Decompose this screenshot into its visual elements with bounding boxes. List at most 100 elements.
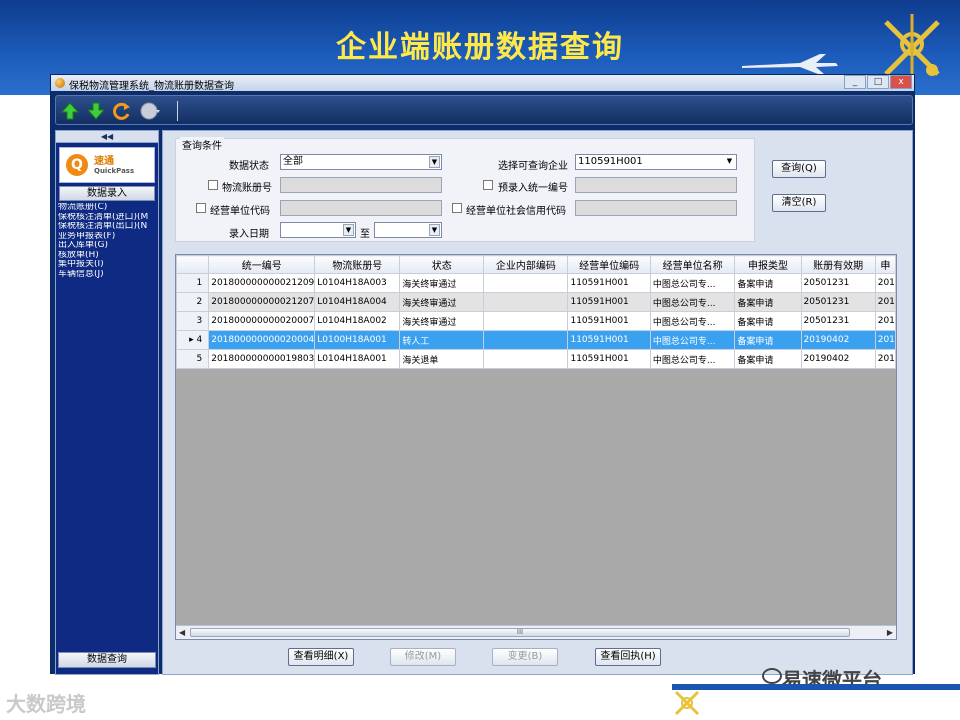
cell-valid-date[interactable]: 20190402 xyxy=(800,349,876,369)
cell-internal-code[interactable] xyxy=(483,273,569,293)
select-company-select[interactable]: 110591H001 ▼ xyxy=(575,154,737,170)
sidebar-item-release-order[interactable]: 核放单(H) xyxy=(58,251,158,261)
clear-button[interactable]: 清空(R) xyxy=(772,194,826,212)
cell-status[interactable]: 转人工 xyxy=(399,330,485,350)
entry-date-from[interactable]: ▼ xyxy=(280,222,356,238)
cell-book-no[interactable]: L0104H18A003 xyxy=(314,273,401,293)
column-header-declare-type[interactable]: 申报类型 xyxy=(734,255,802,274)
column-header-operator-name[interactable]: 经营单位名称 xyxy=(649,255,736,274)
sidebar-item-logistics-book[interactable]: 物流账册(C) xyxy=(58,203,158,213)
cell-unified-no[interactable]: 201800000000020007 xyxy=(208,311,316,331)
cell-truncated[interactable]: 201 xyxy=(874,292,896,312)
cell-operator-name[interactable]: 中图总公司专... xyxy=(649,311,736,331)
scroll-right-icon[interactable]: ▶ xyxy=(887,628,893,637)
table-row[interactable]: 3 201800000000020007 L0104H18A002 海关终审通过… xyxy=(176,311,896,331)
logistics-book-input[interactable] xyxy=(280,177,442,193)
table-row[interactable]: 2 201800000000021207 L0104H18A004 海关终审通过… xyxy=(176,292,896,312)
cell-truncated[interactable]: 201 xyxy=(874,273,896,293)
cell-operator-name[interactable]: 中图总公司专... xyxy=(649,273,736,293)
cell-status[interactable]: 海关退单 xyxy=(399,349,485,369)
cell-operator-code[interactable]: 110591H001 xyxy=(567,273,651,293)
cell-valid-date[interactable]: 20501231 xyxy=(800,273,876,293)
cell-operator-name[interactable]: 中图总公司专... xyxy=(649,330,736,350)
cell-valid-date[interactable]: 20501231 xyxy=(800,311,876,331)
cell-status[interactable]: 海关终审通过 xyxy=(399,292,485,312)
column-header-status[interactable]: 状态 xyxy=(399,255,485,274)
sidebar-item-business-form[interactable]: 业务申报表(F) xyxy=(58,232,158,242)
operator-code-checkbox[interactable] xyxy=(196,203,206,213)
sidebar-item-vehicle-info[interactable]: 车辆信息(J) xyxy=(58,270,158,280)
cell-internal-code[interactable] xyxy=(483,292,569,312)
operator-credit-input[interactable] xyxy=(575,200,737,216)
scrollbar-thumb[interactable]: III xyxy=(190,628,850,637)
sidebar-item-centralized-declaration[interactable]: 集中报关(I) xyxy=(58,260,158,270)
cell-internal-code[interactable] xyxy=(483,349,569,369)
preentry-input[interactable] xyxy=(575,177,737,193)
customs-emblem-icon xyxy=(884,14,940,78)
cell-unified-no[interactable]: 201800000000021209 xyxy=(208,273,316,293)
cell-truncated[interactable]: 201 xyxy=(874,311,896,331)
table-row[interactable]: 1 201800000000021209 L0104H18A003 海关终审通过… xyxy=(176,273,896,293)
sidebar-item-warehouse-order[interactable]: 出入库单(G) xyxy=(58,241,158,251)
cell-status[interactable]: 海关终审通过 xyxy=(399,311,485,331)
cell-truncated[interactable]: 201 xyxy=(874,330,896,350)
table-row-selected[interactable]: ▸ 4 201800000000020004 L0100H18A001 转人工 … xyxy=(176,330,896,350)
cell-operator-name[interactable]: 中图总公司专... xyxy=(649,292,736,312)
maximize-button[interactable]: □ xyxy=(867,75,889,89)
preentry-checkbox[interactable] xyxy=(483,180,493,190)
sidebar-collapse-button[interactable]: ◀◀ xyxy=(56,131,158,143)
cell-internal-code[interactable] xyxy=(483,311,569,331)
cell-operator-code[interactable]: 110591H001 xyxy=(567,330,651,350)
cell-status[interactable]: 海关终审通过 xyxy=(399,273,485,293)
minimize-button[interactable]: _ xyxy=(844,75,866,89)
cell-operator-code[interactable]: 110591H001 xyxy=(567,349,651,369)
cell-valid-date[interactable]: 20501231 xyxy=(800,292,876,312)
data-status-select[interactable]: 全部 ▼ xyxy=(280,154,442,170)
cell-declare-type[interactable]: 备案申请 xyxy=(734,273,802,293)
column-header-unified-no[interactable]: 统一编号 xyxy=(208,255,316,274)
column-header-operator-code[interactable]: 经营单位编码 xyxy=(567,255,651,274)
cell-book-no[interactable]: L0100H18A001 xyxy=(314,330,401,350)
view-receipt-button[interactable]: 查看回执(H) xyxy=(595,648,661,666)
operator-code-input[interactable] xyxy=(280,200,442,216)
cell-unified-no[interactable]: 201800000000019803 xyxy=(208,349,316,369)
change-button[interactable]: 变更(B) xyxy=(492,648,558,666)
cell-book-no[interactable]: L0104H18A004 xyxy=(314,292,401,312)
cell-book-no[interactable]: L0104H18A002 xyxy=(314,311,401,331)
column-header-book-no[interactable]: 物流账册号 xyxy=(314,255,401,274)
globe-icon[interactable] xyxy=(140,101,160,121)
scroll-left-icon[interactable]: ◀ xyxy=(179,628,185,637)
cell-internal-code[interactable] xyxy=(483,330,569,350)
operator-credit-checkbox[interactable] xyxy=(452,203,462,213)
cell-declare-type[interactable]: 备案申请 xyxy=(734,292,802,312)
sidebar-item-bonded-list-export[interactable]: 保税核注清单(出口)(N xyxy=(58,222,158,232)
close-button[interactable]: x xyxy=(890,75,912,89)
cell-operator-name[interactable]: 中图总公司专... xyxy=(649,349,736,369)
cell-declare-type[interactable]: 备案申请 xyxy=(734,330,802,350)
sidebar-group-data-entry[interactable]: 数据录入 xyxy=(59,186,155,201)
entry-date-to[interactable]: ▼ xyxy=(374,222,442,238)
cell-valid-date[interactable]: 20190402 xyxy=(800,330,876,350)
refresh-icon[interactable] xyxy=(112,101,132,121)
cell-declare-type[interactable]: 备案申请 xyxy=(734,349,802,369)
horizontal-scrollbar[interactable]: ◀ III ▶ xyxy=(176,625,896,639)
cell-declare-type[interactable]: 备案申请 xyxy=(734,311,802,331)
cell-truncated[interactable]: 201 xyxy=(874,349,896,369)
sidebar-group-data-query[interactable]: 数据查询 xyxy=(58,652,156,668)
sidebar-item-bonded-list-import[interactable]: 保税核注清单(进口)(M xyxy=(58,213,158,223)
column-header-truncated[interactable]: 申 xyxy=(874,255,896,274)
up-arrow-icon[interactable] xyxy=(60,101,80,121)
query-button[interactable]: 查询(Q) xyxy=(772,160,826,178)
cell-book-no[interactable]: L0104H18A001 xyxy=(314,349,401,369)
table-row[interactable]: 5 201800000000019803 L0104H18A001 海关退单 1… xyxy=(176,349,896,369)
down-arrow-icon[interactable] xyxy=(86,101,106,121)
column-header-valid-date[interactable]: 账册有效期 xyxy=(800,255,876,274)
column-header-internal-code[interactable]: 企业内部编码 xyxy=(483,255,569,274)
cell-operator-code[interactable]: 110591H001 xyxy=(567,292,651,312)
modify-button[interactable]: 修改(M) xyxy=(390,648,456,666)
view-detail-button[interactable]: 查看明细(X) xyxy=(288,648,354,666)
cell-operator-code[interactable]: 110591H001 xyxy=(567,311,651,331)
logistics-book-checkbox[interactable] xyxy=(208,180,218,190)
cell-unified-no[interactable]: 201800000000020004 xyxy=(208,330,316,350)
cell-unified-no[interactable]: 201800000000021207 xyxy=(208,292,316,312)
